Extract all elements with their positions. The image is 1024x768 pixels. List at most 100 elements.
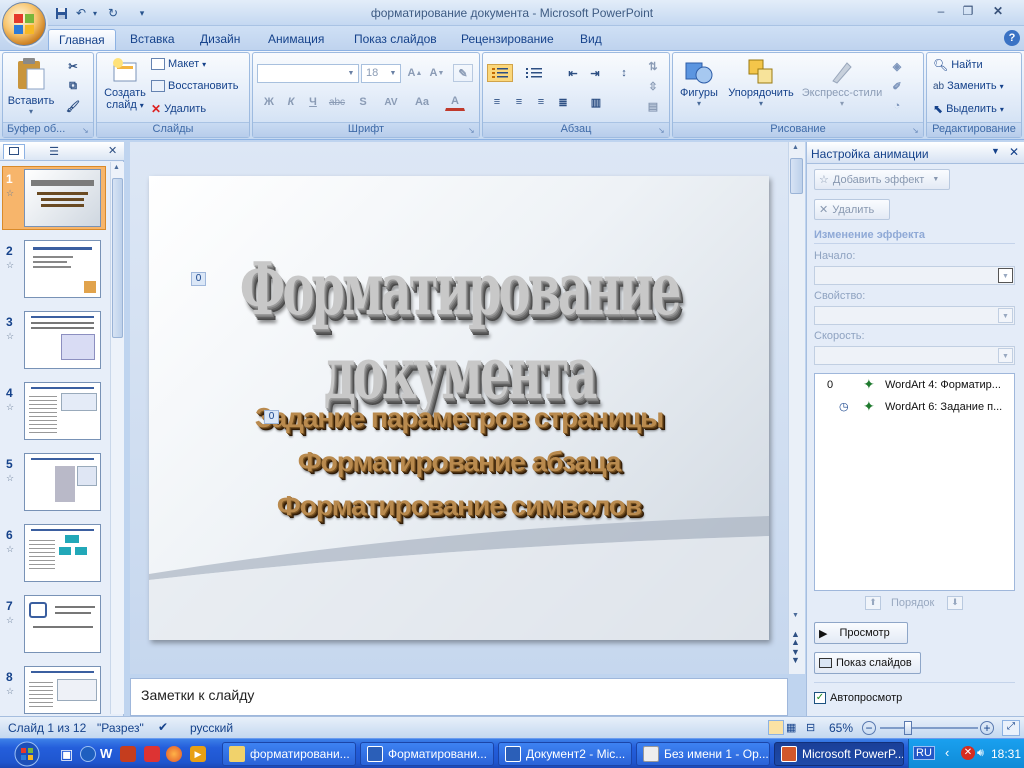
theme-name[interactable]: "Разрез" bbox=[97, 721, 144, 735]
zoom-in-icon[interactable]: + bbox=[980, 721, 994, 735]
tab-home[interactable]: Главная bbox=[48, 29, 116, 50]
underline-button[interactable]: Ч bbox=[303, 93, 323, 111]
decrease-indent-icon[interactable]: ⇤ bbox=[563, 64, 583, 82]
save-icon[interactable] bbox=[52, 4, 70, 22]
slide-thumbnail-4[interactable] bbox=[24, 382, 101, 440]
cut-icon[interactable]: ✂ bbox=[63, 57, 83, 75]
font-size-combo[interactable]: 18 ▼ bbox=[361, 64, 401, 83]
shape-effects-icon[interactable]: ◔ bbox=[887, 97, 907, 115]
restore-icon[interactable]: ❐ bbox=[955, 3, 981, 19]
taskbar-item-active[interactable]: Microsoft PowerP... bbox=[774, 742, 904, 766]
change-case-button[interactable]: Aa bbox=[409, 93, 435, 111]
layout-button[interactable]: Макет ▾ bbox=[151, 58, 206, 70]
shape-fill-icon[interactable]: ◈ bbox=[887, 57, 907, 75]
slide-thumbnail-6[interactable] bbox=[24, 524, 101, 582]
media-player-icon[interactable]: ▶ bbox=[190, 746, 206, 762]
taskbar-item[interactable]: форматировани... bbox=[222, 742, 356, 766]
bold-button[interactable]: Ж bbox=[259, 93, 279, 111]
slide-thumbnail-3[interactable] bbox=[24, 311, 101, 369]
animation-list-item[interactable]: ◷ ✦ WordArt 6: Задание п... bbox=[815, 397, 1014, 417]
tab-slideshow[interactable]: Показ слайдов bbox=[344, 29, 447, 50]
slide-sorter-icon[interactable]: ▦ bbox=[786, 721, 796, 734]
quick-styles-button[interactable]: Экспресс-стили ▾ bbox=[799, 57, 885, 121]
undo-dropdown-icon[interactable]: ▾ bbox=[90, 4, 100, 22]
app-quicklaunch-icon[interactable] bbox=[120, 746, 136, 762]
close-pane-icon[interactable]: ✕ bbox=[108, 144, 117, 157]
tray-expand-icon[interactable]: ‹ bbox=[945, 745, 949, 760]
spellcheck-icon[interactable]: ✔︎ bbox=[158, 720, 168, 734]
clock[interactable]: 18:31 bbox=[991, 747, 1021, 761]
shape-outline-icon[interactable]: ✐ bbox=[887, 77, 907, 95]
word-quicklaunch-icon[interactable]: W bbox=[100, 746, 112, 761]
scrollbar-thumb[interactable] bbox=[790, 158, 803, 194]
outline-tab-icon[interactable]: ☰ bbox=[44, 145, 64, 159]
clear-format-icon[interactable]: ✎ bbox=[453, 64, 473, 82]
office-button[interactable] bbox=[2, 2, 46, 46]
slideshow-button[interactable]: Показ слайдов bbox=[814, 652, 921, 674]
scroll-up-icon[interactable]: ▲ bbox=[792, 144, 799, 151]
animation-list-item[interactable]: 0 ✦ WordArt 4: Форматир... bbox=[815, 375, 1014, 395]
zoom-out-icon[interactable]: − bbox=[862, 721, 876, 735]
slideshow-view-icon[interactable]: ⊟ bbox=[806, 721, 815, 734]
volume-icon[interactable]: 🔊︎ bbox=[977, 747, 984, 760]
slide-scrollbar[interactable]: ▲ ▼ ▲ ▲ ▼ ▼ bbox=[788, 142, 805, 674]
line-spacing-icon[interactable]: ↕ bbox=[611, 64, 637, 82]
dialog-launcher-icon[interactable]: ↘ bbox=[82, 126, 91, 135]
slide-bullet-1[interactable]: Задание параметров страницы bbox=[149, 402, 769, 434]
slide-thumbnail-2[interactable] bbox=[24, 240, 101, 298]
fit-to-window-icon[interactable]: ⤢ bbox=[1002, 720, 1020, 736]
previous-slide-icon[interactable]: ▲ ▲ bbox=[791, 630, 800, 647]
thumbnail-scrollbar[interactable]: ▲ bbox=[110, 162, 124, 714]
reset-button[interactable]: Восстановить bbox=[151, 80, 238, 92]
zoom-slider-thumb[interactable] bbox=[904, 721, 912, 735]
taskbar-item[interactable]: Документ2 - Mic... bbox=[498, 742, 632, 766]
columns-icon[interactable]: ▥ bbox=[583, 93, 609, 111]
next-slide-icon[interactable]: ▼ ▼ bbox=[791, 648, 800, 665]
paste-button[interactable]: Вставить ▾ bbox=[8, 57, 54, 127]
slides-tab-icon[interactable] bbox=[3, 144, 25, 159]
select-button[interactable]: ⬉ Выделить ▾ bbox=[933, 102, 1004, 116]
scroll-up-icon[interactable]: ▲ bbox=[113, 164, 120, 171]
zoom-slider[interactable] bbox=[880, 727, 978, 729]
tab-insert[interactable]: Вставка bbox=[120, 29, 185, 50]
speed-select[interactable]: ▼ bbox=[814, 346, 1015, 365]
slide-thumbnail-1[interactable] bbox=[24, 169, 101, 227]
slide-thumbnail-7[interactable] bbox=[24, 595, 101, 653]
move-up-icon[interactable]: ⬆ bbox=[865, 596, 881, 610]
align-left-icon[interactable]: ≡ bbox=[487, 93, 507, 111]
slide-thumbnail-8[interactable] bbox=[24, 666, 101, 714]
notes-pane[interactable]: Заметки к слайду bbox=[130, 678, 788, 716]
dialog-launcher-icon[interactable]: ↘ bbox=[912, 126, 921, 135]
align-right-icon[interactable]: ≡ bbox=[531, 93, 551, 111]
arrange-button[interactable]: Упорядочить ▾ bbox=[723, 57, 799, 121]
new-slide-button[interactable]: Создать слайд ▾ bbox=[101, 57, 149, 125]
align-center-icon[interactable]: ≡ bbox=[509, 93, 529, 111]
move-down-icon[interactable]: ⬇ bbox=[947, 596, 963, 610]
taskbar-item[interactable]: Без имени 1 - Op... bbox=[636, 742, 770, 766]
shrink-font-icon[interactable]: A ▼ bbox=[427, 64, 447, 82]
slide-bullet-2[interactable]: Форматирование абзаца bbox=[149, 446, 769, 478]
redo-icon[interactable]: ↻ bbox=[104, 4, 122, 22]
preview-button[interactable]: ▶ Просмотр bbox=[814, 622, 908, 644]
justify-icon[interactable]: ≣ bbox=[553, 93, 573, 111]
start-select[interactable]: ▼ bbox=[814, 266, 1015, 285]
delete-slide-button[interactable]: ✕ Удалить bbox=[151, 102, 206, 116]
language-indicator[interactable]: русский bbox=[190, 721, 233, 735]
animation-list[interactable]: 0 ✦ WordArt 4: Форматир... ◷ ✦ WordArt 6… bbox=[814, 373, 1015, 591]
dialog-launcher-icon[interactable]: ↘ bbox=[658, 126, 667, 135]
ie-icon[interactable] bbox=[80, 746, 96, 762]
numbering-icon[interactable] bbox=[521, 64, 547, 82]
increase-indent-icon[interactable]: ⇥ bbox=[585, 64, 605, 82]
taskbar-item[interactable]: Форматировани... bbox=[360, 742, 494, 766]
smartart-icon[interactable]: ▤ bbox=[643, 97, 663, 115]
font-name-combo[interactable]: ▼ bbox=[257, 64, 359, 83]
tab-animation[interactable]: Анимация bbox=[258, 29, 334, 50]
zoom-level[interactable]: 65% bbox=[829, 721, 853, 735]
align-text-icon[interactable]: ⇳ bbox=[643, 77, 663, 95]
copy-icon[interactable]: ⧉ bbox=[63, 77, 83, 95]
slide-title-wordart[interactable]: Форматирование документа bbox=[149, 248, 769, 416]
shadow-button[interactable]: S bbox=[353, 93, 373, 111]
scroll-down-icon[interactable]: ▼ bbox=[792, 612, 799, 619]
pane-menu-icon[interactable]: ▼ bbox=[991, 146, 1000, 156]
security-alert-icon[interactable]: ✕ bbox=[961, 746, 975, 760]
